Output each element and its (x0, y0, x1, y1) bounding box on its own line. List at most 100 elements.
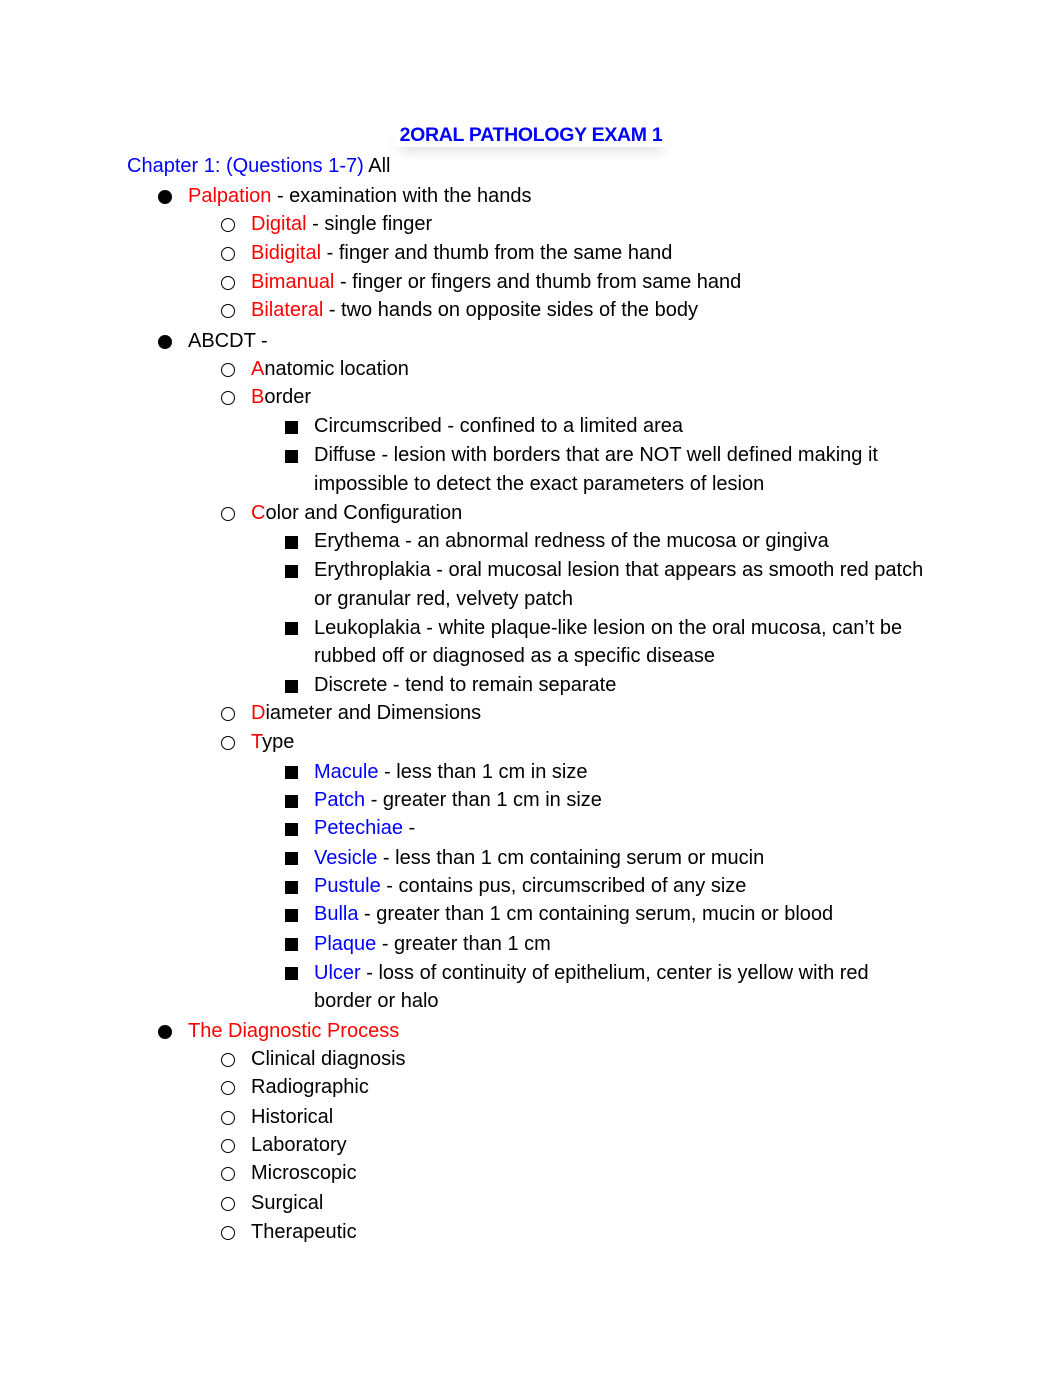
square-bullet-icon (285, 881, 298, 894)
list-item-erythema: Erythema - an abnormal redness of the mu… (314, 530, 829, 552)
circle-bullet-icon (221, 507, 235, 521)
list-item-palpation: Palpation - examination with the hands (188, 184, 532, 208)
initial: T (251, 731, 263, 753)
list-item-vesicle: Vesicle - less than 1 cm containing seru… (314, 846, 764, 870)
term: Digital (251, 213, 307, 235)
definition: - single finger (306, 213, 433, 235)
term: Ulcer (314, 962, 361, 984)
list-item-ulcer-cont: border or halo (314, 990, 439, 1012)
initial: A (251, 358, 265, 380)
circle-bullet-icon (221, 1139, 235, 1153)
list-item-bimanual: Bimanual - finger or fingers and thumb f… (251, 270, 741, 294)
label: olor and Configuration (265, 502, 463, 524)
list-item-plaque: Plaque - greater than 1 cm (314, 932, 551, 956)
list-item-bulla: Bulla - greater than 1 cm containing ser… (314, 902, 833, 926)
circle-bullet-icon (221, 218, 235, 232)
list-item-ulcer: Ulcer - loss of continuity of epithelium… (314, 961, 869, 985)
term: Bilateral (251, 299, 324, 321)
square-bullet-icon (285, 823, 298, 836)
circle-bullet-icon (221, 391, 235, 405)
disc-bullet-icon (158, 335, 172, 349)
list-item-type: Type (251, 730, 294, 754)
list-item-diffuse: Diffuse - lesion with borders that are N… (314, 444, 878, 466)
circle-bullet-icon (221, 304, 235, 318)
square-bullet-icon (285, 622, 298, 635)
term: Bimanual (251, 271, 335, 293)
term: The Diagnostic Process (188, 1020, 400, 1042)
definition: - finger and thumb from the same hand (321, 242, 673, 264)
list-item-patch: Patch - greater than 1 cm in size (314, 788, 602, 812)
term: Macule (314, 761, 379, 783)
term: Patch (314, 789, 366, 811)
heading: ABCDT - (188, 330, 268, 352)
square-bullet-icon (285, 852, 298, 865)
square-bullet-icon (285, 536, 298, 549)
circle-bullet-icon (221, 736, 235, 750)
list-item-diameter-dimensions: Diameter and Dimensions (251, 701, 481, 725)
title-text: 2ORAL PATHOLOGY EXAM 1 (394, 124, 669, 147)
list-item-surgical: Surgical (251, 1192, 324, 1214)
chapter-heading: Chapter 1: (Questions 1-7) All (127, 155, 390, 178)
circle-bullet-icon (221, 1197, 235, 1211)
initial: B (251, 386, 265, 408)
square-bullet-icon (285, 421, 298, 434)
disc-bullet-icon (158, 1025, 172, 1039)
list-item-circumscribed: Circumscribed - confined to a limited ar… (314, 415, 684, 437)
square-bullet-icon (285, 680, 298, 693)
document-title: 2ORAL PATHOLOGY EXAM 1 (0, 124, 1062, 147)
square-bullet-icon (285, 795, 298, 808)
chapter-label: Chapter 1: (Questions 1-7) (127, 155, 364, 177)
list-item-bidigital: Bidigital - finger and thumb from the sa… (251, 241, 672, 265)
term: Palpation (188, 185, 272, 207)
initial: D (251, 702, 266, 724)
definition: - greater than 1 cm in size (365, 789, 602, 811)
disc-bullet-icon (158, 190, 172, 204)
definition: - greater than 1 cm (376, 933, 551, 955)
circle-bullet-icon (221, 1081, 235, 1095)
definition: - loss of continuity of epithelium, cent… (360, 962, 869, 984)
definition: - greater than 1 cm containing serum, mu… (358, 903, 834, 925)
label: iameter and Dimensions (265, 702, 482, 724)
definition: - less than 1 cm in size (378, 761, 588, 783)
square-bullet-icon (285, 565, 298, 578)
circle-bullet-icon (221, 707, 235, 721)
list-item-erythroplakia: Erythroplakia - oral mucosal lesion that… (314, 559, 924, 581)
label: natomic location (264, 358, 409, 380)
square-bullet-icon (285, 909, 298, 922)
list-item-erythroplakia-cont: or granular red, velvety patch (314, 588, 574, 610)
definition: - (402, 817, 416, 839)
term: Pustule (314, 875, 381, 897)
list-item-color-configuration: Color and Configuration (251, 501, 462, 525)
square-bullet-icon (285, 450, 298, 463)
circle-bullet-icon (221, 1226, 235, 1240)
chapter-suffix: All (363, 155, 391, 177)
label: ype (262, 731, 295, 753)
definition: - two hands on opposite sides of the bod… (323, 299, 698, 321)
definition: - finger or fingers and thumb from same … (334, 271, 742, 293)
list-item-historical: Historical (251, 1106, 334, 1128)
list-item-clinical-diagnosis: Clinical diagnosis (251, 1048, 406, 1070)
initial: C (251, 502, 266, 524)
list-item-petechiae: Petechiae - (314, 816, 415, 840)
list-item-diagnostic-process: The Diagnostic Process (188, 1019, 399, 1043)
definition: - less than 1 cm containing serum or muc… (377, 847, 765, 869)
list-item-digital: Digital - single finger (251, 212, 432, 236)
list-item-abcdt: ABCDT - (188, 329, 268, 353)
definition: - contains pus, circumscribed of any siz… (380, 875, 747, 897)
list-item-leukoplakia-cont: rubbed off or diagnosed as a specific di… (314, 645, 716, 667)
square-bullet-icon (285, 967, 298, 980)
list-item-leukoplakia: Leukoplakia - white plaque-like lesion o… (314, 617, 903, 639)
list-item-discrete: Discrete - tend to remain separate (314, 674, 617, 696)
term: Vesicle (314, 847, 378, 869)
circle-bullet-icon (221, 363, 235, 377)
term: Bidigital (251, 242, 322, 264)
circle-bullet-icon (221, 1111, 235, 1125)
circle-bullet-icon (221, 247, 235, 261)
list-item-diffuse-cont: impossible to detect the exact parameter… (314, 473, 765, 495)
definition: - examination with the hands (271, 185, 532, 207)
circle-bullet-icon (221, 1167, 235, 1181)
list-item-border: Border (251, 385, 311, 409)
list-item-laboratory: Laboratory (251, 1134, 347, 1156)
term: Plaque (314, 933, 377, 955)
term: Petechiae (314, 817, 403, 839)
